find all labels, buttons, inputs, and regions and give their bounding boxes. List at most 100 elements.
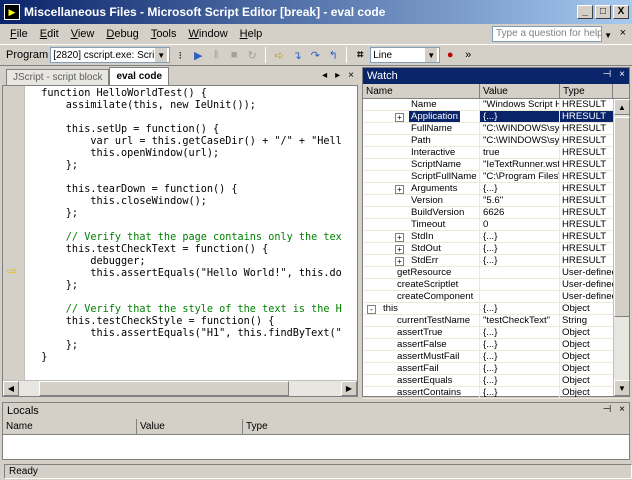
code-line[interactable]: }; bbox=[29, 340, 355, 352]
expand-icon[interactable]: + bbox=[395, 113, 404, 122]
continue-icon[interactable]: ▶ bbox=[190, 47, 206, 63]
watch-value[interactable]: "Windows Script Hos bbox=[480, 99, 560, 110]
watch-value[interactable]: {...} bbox=[480, 363, 560, 374]
watch-value[interactable]: "testCheckText" bbox=[480, 315, 560, 326]
menu-debug[interactable]: Debug bbox=[100, 28, 144, 40]
watch-value[interactable] bbox=[480, 267, 560, 278]
watch-row[interactable]: Interactive true HRESULT bbox=[363, 147, 629, 159]
code-line[interactable] bbox=[29, 220, 355, 232]
watch-row[interactable]: Path "C:\WINDOWS\syst HRESULT bbox=[363, 135, 629, 147]
stop-debugging-icon[interactable]: ■ bbox=[226, 47, 242, 63]
watch-row[interactable]: assertContains {...} Object bbox=[363, 387, 629, 399]
watch-value[interactable] bbox=[480, 291, 560, 302]
breakpoints-icon[interactable]: ● bbox=[442, 47, 458, 63]
watch-value[interactable]: 0 bbox=[480, 219, 560, 230]
hex-display-icon[interactable]: ⌗ bbox=[352, 47, 368, 63]
watch-row[interactable]: + StdIn {...} HRESULT bbox=[363, 231, 629, 243]
watch-row[interactable]: currentTestName "testCheckText" String bbox=[363, 315, 629, 327]
menu-tools[interactable]: Tools bbox=[145, 28, 183, 40]
column-header-name[interactable]: Name bbox=[3, 419, 137, 434]
code-line[interactable]: }; bbox=[29, 280, 355, 292]
watch-value[interactable]: {...} bbox=[480, 351, 560, 362]
scroll-up-icon[interactable]: ▲ bbox=[614, 99, 630, 115]
watch-row[interactable]: + StdErr {...} HRESULT bbox=[363, 255, 629, 267]
code-line[interactable]: assimilate(this, new IeUnit()); bbox=[29, 100, 355, 112]
close-tab-icon[interactable]: × bbox=[348, 70, 354, 81]
watch-value[interactable]: true bbox=[480, 147, 560, 158]
watch-value[interactable]: 6626 bbox=[480, 207, 560, 218]
maximize-button[interactable]: □ bbox=[595, 5, 611, 19]
editor-horizontal-scrollbar[interactable]: ◀ ▶ bbox=[3, 380, 357, 396]
toolbar-options-icon[interactable]: » bbox=[460, 47, 476, 63]
watch-row[interactable]: ScriptName "IeTextRunner.wsf" HRESULT bbox=[363, 159, 629, 171]
watch-value[interactable]: "C:\WINDOWS\syst bbox=[480, 123, 560, 134]
watch-value[interactable]: {...} bbox=[480, 183, 560, 194]
chevron-down-icon[interactable]: ▼ bbox=[425, 48, 438, 62]
step-over-icon[interactable]: ↷ bbox=[307, 47, 323, 63]
watch-row[interactable]: - this {...} Object bbox=[363, 303, 629, 315]
code-line[interactable]: } bbox=[29, 352, 355, 364]
code-line[interactable]: this.closeWindow(); bbox=[29, 196, 355, 208]
watch-row[interactable]: createComponent User-defined bbox=[363, 291, 629, 303]
watch-value[interactable]: {...} bbox=[480, 255, 560, 266]
watch-row[interactable]: assertMustFail {...} Object bbox=[363, 351, 629, 363]
minimize-button[interactable]: _ bbox=[577, 5, 593, 19]
code-line[interactable]: this.assertEquals("Hello World!", this.d… bbox=[29, 268, 355, 280]
watch-value[interactable]: "IeTextRunner.wsf" bbox=[480, 159, 560, 170]
watch-value[interactable]: "5.6" bbox=[480, 195, 560, 206]
tab-eval-code[interactable]: eval code bbox=[109, 67, 170, 85]
watch-row[interactable]: assertEquals {...} Object bbox=[363, 375, 629, 387]
toolbar-menu-icon[interactable]: ⁝ bbox=[172, 47, 188, 63]
watch-value[interactable]: {...} bbox=[480, 387, 560, 398]
column-header-value[interactable]: Value bbox=[137, 419, 243, 434]
column-header-value[interactable]: Value bbox=[480, 84, 560, 98]
watch-row[interactable]: Name "Windows Script HosHRESULT bbox=[363, 99, 629, 111]
watch-value[interactable]: {...} bbox=[480, 327, 560, 338]
code-text[interactable]: function HelloWorldTest() { assimilate(t… bbox=[29, 88, 355, 381]
expand-icon[interactable]: + bbox=[395, 185, 404, 194]
menu-file[interactable]: File bbox=[4, 28, 34, 40]
watch-row[interactable]: + Application {...} HRESULT bbox=[363, 111, 629, 123]
scroll-down-icon[interactable]: ▼ bbox=[614, 380, 630, 396]
chevron-down-icon[interactable]: ▼ bbox=[155, 48, 168, 62]
watch-value[interactable]: {...} bbox=[480, 375, 560, 386]
step-granularity-combo[interactable]: Line ▼ bbox=[370, 47, 441, 63]
code-line[interactable]: this.assertEquals("H1", this.findByText(… bbox=[29, 328, 355, 340]
close-button[interactable]: X bbox=[613, 5, 629, 19]
watch-value[interactable] bbox=[480, 279, 560, 290]
scroll-left-icon[interactable]: ◀ bbox=[3, 381, 19, 396]
watch-row[interactable]: assertTrue {...} Object bbox=[363, 327, 629, 339]
code-line[interactable] bbox=[29, 172, 355, 184]
code-line[interactable]: this.testCheckText = function() { bbox=[29, 244, 355, 256]
menu-window[interactable]: Window bbox=[183, 28, 234, 40]
code-area[interactable]: ⇨ function HelloWorldTest() { assimilate… bbox=[2, 85, 358, 397]
script-editor-app-icon[interactable]: ▶ bbox=[4, 4, 20, 20]
breakpoint-gutter[interactable]: ⇨ bbox=[3, 86, 25, 381]
expand-icon[interactable]: + bbox=[395, 245, 404, 254]
scroll-thumb[interactable] bbox=[614, 117, 630, 317]
watch-value[interactable]: {...} bbox=[480, 243, 560, 254]
watch-row[interactable]: BuildVersion 6626 HRESULT bbox=[363, 207, 629, 219]
expand-icon[interactable]: + bbox=[395, 233, 404, 242]
watch-value[interactable]: "C:\Program Files\Ie bbox=[480, 171, 560, 182]
column-header-type[interactable]: Type bbox=[560, 84, 613, 98]
watch-row[interactable]: assertFalse {...} Object bbox=[363, 339, 629, 351]
help-question-input[interactable]: Type a question for help bbox=[492, 26, 602, 42]
collapse-icon[interactable]: - bbox=[367, 305, 376, 314]
watch-row[interactable]: Version "5.6" HRESULT bbox=[363, 195, 629, 207]
code-line[interactable]: // Verify that the page contains only th… bbox=[29, 232, 355, 244]
restart-icon[interactable]: ↻ bbox=[244, 47, 260, 63]
step-into-icon[interactable]: ↴ bbox=[289, 47, 305, 63]
code-line[interactable] bbox=[29, 112, 355, 124]
tab-scroll-right-icon[interactable]: ▸ bbox=[335, 70, 340, 81]
tab-jscript-script-block[interactable]: JScript - script block bbox=[6, 69, 110, 85]
watch-value[interactable]: {...} bbox=[480, 339, 560, 350]
watch-value[interactable]: {...} bbox=[480, 303, 560, 314]
watch-value[interactable]: "C:\WINDOWS\syst bbox=[480, 135, 560, 146]
code-line[interactable]: debugger; bbox=[29, 256, 355, 268]
doc-close-icon[interactable]: × bbox=[620, 27, 626, 39]
column-header-name[interactable]: Name bbox=[363, 84, 480, 98]
program-combo[interactable]: [2820] cscript.exe: Script pr ▼ bbox=[50, 47, 171, 63]
tab-scroll-left-icon[interactable]: ◂ bbox=[322, 70, 327, 81]
code-line[interactable]: // Verify that the style of the text is … bbox=[29, 304, 355, 316]
